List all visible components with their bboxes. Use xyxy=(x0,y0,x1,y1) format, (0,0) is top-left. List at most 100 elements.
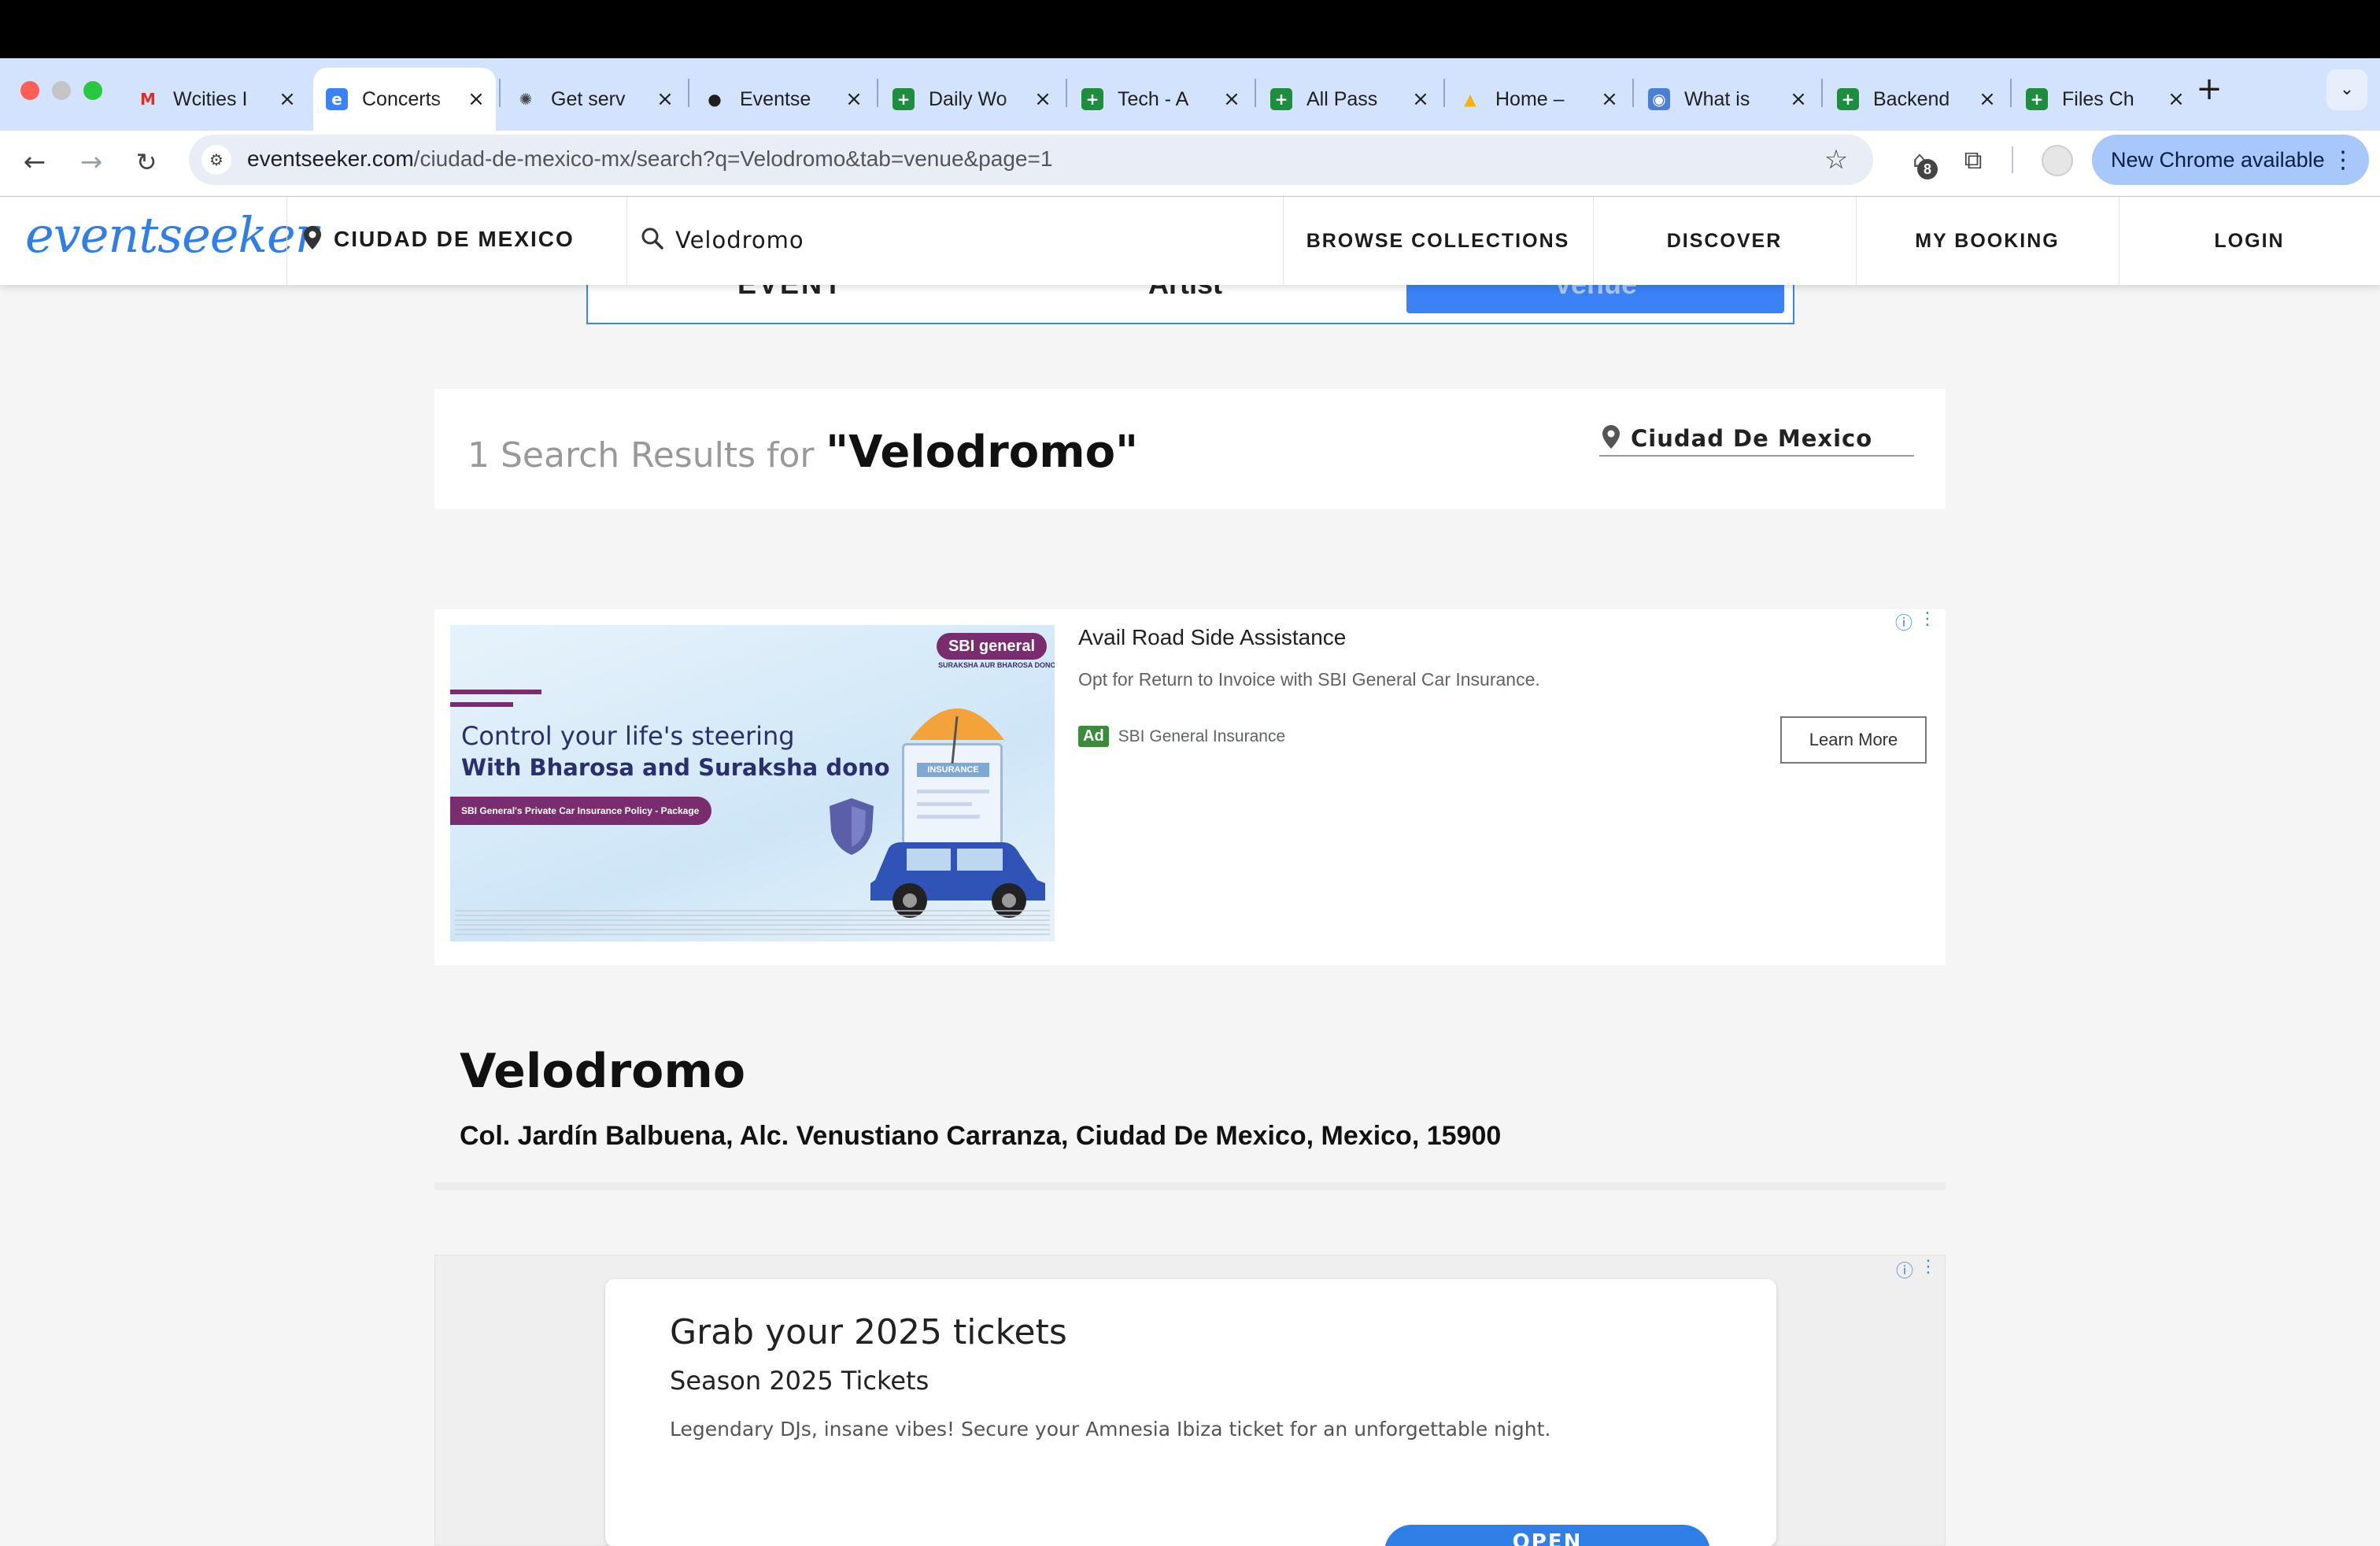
results-location: Ciudad De Mexico xyxy=(1631,425,1873,452)
results-query: "Velodromo" xyxy=(825,427,1139,478)
ad-image-subheadline: With Bharosa and Suraksha dono xyxy=(461,754,890,781)
tab-separator xyxy=(2010,79,2012,107)
location-pin-icon xyxy=(1602,425,1620,449)
tab-8[interactable]: ◉ What is × xyxy=(1635,68,1818,131)
site-info-icon[interactable]: ⚙ xyxy=(201,145,231,175)
url-path: /ciudad-de-mexico-mx/search?q=Velodromo&… xyxy=(413,146,1053,171)
sbi-general-logo: SBI general xyxy=(937,633,1047,660)
extension-icon[interactable]: ⌂ 8 xyxy=(1901,142,1938,179)
nav-login[interactable]: LOGIN xyxy=(2119,197,2380,285)
close-tab-icon[interactable]: × xyxy=(1977,89,1998,109)
close-tab-icon[interactable]: × xyxy=(1221,89,1242,109)
profile-avatar[interactable] xyxy=(2042,145,2073,176)
kebab-menu-icon[interactable]: ⋮ xyxy=(2331,146,2355,174)
tab-6[interactable]: + All Pass × xyxy=(1258,68,1440,131)
tab-7[interactable]: ▲ Home – × xyxy=(1447,68,1629,131)
display-ad-sbi[interactable]: SBI general SURAKSHA AUR BHAROSA DONO Co… xyxy=(434,609,1946,965)
header-divider xyxy=(286,197,287,285)
tab-5[interactable]: + Tech - A × xyxy=(1069,68,1251,131)
tab-separator xyxy=(1066,79,1067,107)
location-selector[interactable]: CIUDAD DE MEXICO xyxy=(334,227,575,252)
tab-title: Backend xyxy=(1873,87,1950,110)
ad-advertiser: SBI General Insurance xyxy=(1118,727,1286,745)
close-tab-icon[interactable]: × xyxy=(655,89,675,109)
tab-search-button[interactable]: ⌄ xyxy=(2326,69,2367,110)
tab-separator xyxy=(1443,79,1445,107)
umbrella-icon xyxy=(910,708,1004,764)
ad-description: Opt for Return to Invoice with SBI Gener… xyxy=(1078,669,1540,690)
nav-my-booking[interactable]: MY BOOKING xyxy=(1856,197,2119,285)
tab-title: Wcities I xyxy=(173,87,248,110)
new-chrome-available-button[interactable]: New Chrome available ⋮ xyxy=(2092,135,2369,185)
ad-info-icon[interactable]: ⓘ xyxy=(1895,609,1913,634)
tab-title: Concerts xyxy=(362,87,442,110)
results-location-field[interactable]: Ciudad De Mexico xyxy=(1599,420,1914,457)
ad2-open-button[interactable]: OPEN xyxy=(1384,1525,1710,1546)
tab-2[interactable]: ✺ Get serv × xyxy=(502,68,685,131)
tab-4[interactable]: + Daily Wo × xyxy=(880,68,1062,131)
venue-name[interactable]: Velodromo xyxy=(460,1044,745,1099)
ad-attribution: Ad SBI General Insurance xyxy=(1078,726,1285,747)
tab-3[interactable]: ● Eventse × xyxy=(691,68,874,131)
search-icon xyxy=(641,227,664,250)
minimize-window-button[interactable] xyxy=(52,81,71,100)
display-ad-tickets[interactable]: ⓘ ⋮ Grab your 2025 tickets Season 2025 T… xyxy=(434,1255,1946,1546)
close-tab-icon[interactable]: × xyxy=(277,89,298,109)
close-window-button[interactable] xyxy=(20,81,39,100)
results-count: 1 Search Results for xyxy=(468,435,815,475)
ad-options-icon[interactable]: ⋮ xyxy=(1920,1257,1937,1277)
close-tab-icon[interactable]: × xyxy=(1599,89,1620,109)
ad-card[interactable]: Grab your 2025 tickets Season 2025 Ticke… xyxy=(605,1279,1776,1546)
tab-title: What is xyxy=(1684,87,1750,110)
tab-10[interactable]: + Files Ch × xyxy=(2013,68,2196,131)
new-tab-button[interactable]: + xyxy=(2190,69,2229,109)
learn-more-button[interactable]: Learn More xyxy=(1780,716,1927,764)
nav-discover[interactable]: DISCOVER xyxy=(1593,197,1856,285)
close-tab-icon[interactable]: × xyxy=(1788,89,1809,109)
results-header: 1 Search Results for "Velodromo" Ciudad … xyxy=(434,389,1946,509)
ad-image[interactable]: SBI general SURAKSHA AUR BHAROSA DONO Co… xyxy=(450,625,1055,941)
sheets-icon: + xyxy=(2026,88,2048,110)
sheets-icon: + xyxy=(1270,88,1292,110)
ad2-subheadline: Season 2025 Tickets xyxy=(670,1366,929,1396)
close-tab-icon[interactable]: × xyxy=(1033,89,1053,109)
nav-browse-collections[interactable]: BROWSE COLLECTIONS xyxy=(1283,197,1593,285)
tab-separator xyxy=(499,79,501,107)
ad-badge: Ad xyxy=(1078,726,1109,747)
tab-9[interactable]: + Backend × xyxy=(1824,68,2007,131)
ad-info-icon[interactable]: ⓘ xyxy=(1896,1257,1913,1282)
update-label: New Chrome available xyxy=(2111,147,2325,172)
close-tab-icon[interactable]: × xyxy=(2166,89,2186,109)
maximize-window-button[interactable] xyxy=(83,81,102,100)
sbi-tagline: SURAKSHA AUR BHAROSA DONO xyxy=(938,661,1055,669)
header-divider xyxy=(626,197,627,285)
ad-title[interactable]: Avail Road Side Assistance xyxy=(1078,625,1346,650)
back-arrow-icon[interactable]: ← xyxy=(14,142,55,183)
tab-separator xyxy=(877,79,878,107)
tab-title: Eventse xyxy=(740,87,811,110)
close-tab-icon[interactable]: × xyxy=(466,89,486,109)
doc-line xyxy=(917,815,980,819)
close-tab-icon[interactable]: × xyxy=(1410,89,1431,109)
eventseeker-icon: e xyxy=(326,88,348,110)
car-illustration xyxy=(870,842,1045,918)
forward-arrow-icon[interactable]: → xyxy=(71,142,112,183)
reload-icon[interactable]: ↻ xyxy=(126,142,167,183)
close-tab-icon[interactable]: × xyxy=(844,89,864,109)
tab-title: Daily Wo xyxy=(929,87,1007,110)
bookmark-star-icon[interactable]: ☆ xyxy=(1818,142,1854,178)
eventseeker-logo[interactable]: eventseeker xyxy=(25,206,318,264)
os-menu-bar xyxy=(0,0,2380,58)
decor-line xyxy=(450,702,513,707)
ad-options-icon[interactable]: ⋮ xyxy=(1919,609,1936,629)
url-text[interactable]: eventseeker.com/ciudad-de-mexico-mx/sear… xyxy=(247,146,1052,172)
extensions-puzzle-icon[interactable]: ⧉ xyxy=(1955,142,1991,178)
tab-0[interactable]: M Wcities I × xyxy=(124,68,307,131)
site-search-input[interactable]: Velodromo xyxy=(675,227,804,253)
doc-line xyxy=(917,790,989,793)
ad2-headline[interactable]: Grab your 2025 tickets xyxy=(670,1312,1067,1352)
tab-1[interactable]: e Concerts × xyxy=(313,68,496,131)
ad2-description: Legendary DJs, insane vibes! Secure your… xyxy=(670,1418,1551,1441)
google-ads-icon: ▲ xyxy=(1464,90,1476,109)
gmail-icon: M xyxy=(140,90,156,109)
